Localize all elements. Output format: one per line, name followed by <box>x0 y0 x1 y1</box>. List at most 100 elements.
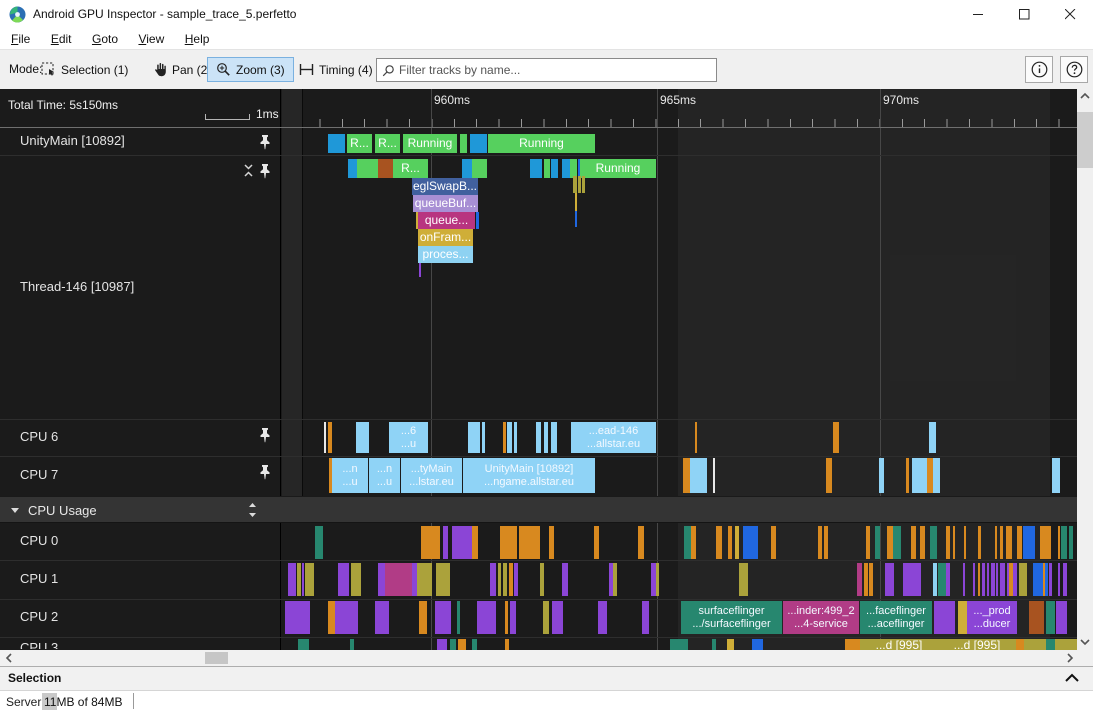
timeline-slice[interactable] <box>826 458 832 493</box>
timeline-slice[interactable] <box>378 563 385 596</box>
timeline-slice[interactable]: Running <box>580 159 656 178</box>
timeline-slice[interactable]: Running <box>488 134 595 153</box>
track-label-cpu-7[interactable]: CPU 7 <box>20 467 58 482</box>
timeline-slice[interactable] <box>684 526 691 559</box>
timeline-slice[interactable] <box>613 563 617 596</box>
timeline-slice[interactable] <box>934 601 955 634</box>
timeline-slice[interactable] <box>1045 563 1048 596</box>
timeline-slice[interactable] <box>833 422 839 453</box>
timeline-slice[interactable] <box>1056 601 1067 634</box>
timeline-slice[interactable] <box>1024 639 1046 650</box>
timeline-slice[interactable] <box>1029 601 1044 634</box>
timeline-slice[interactable] <box>903 563 921 596</box>
timeline-slice[interactable] <box>562 563 568 596</box>
timeline-slice[interactable] <box>973 563 975 596</box>
timeline-slice[interactable] <box>297 563 301 596</box>
track-canvas[interactable]: 960ms965ms970msR...R...RunningRunningR..… <box>283 89 1077 650</box>
timeline-slice[interactable] <box>514 563 518 596</box>
timeline-slice[interactable] <box>1049 563 1052 596</box>
pin-icon[interactable] <box>258 427 272 443</box>
timeline-slice[interactable] <box>328 134 345 153</box>
timeline-slice[interactable] <box>530 159 542 178</box>
timeline-slice[interactable] <box>683 458 690 493</box>
timeline-slice[interactable] <box>351 563 361 596</box>
timeline-slice[interactable] <box>356 422 369 453</box>
timeline-slice[interactable] <box>695 422 697 453</box>
timeline-slice[interactable] <box>712 639 716 650</box>
timeline-slice[interactable] <box>933 563 937 596</box>
timeline-slice[interactable] <box>288 563 296 596</box>
timeline-slice[interactable] <box>549 526 554 559</box>
track-label-unitymain-10892-[interactable]: UnityMain [10892] <box>20 133 125 148</box>
horizontal-scroll-thumb[interactable] <box>205 652 228 664</box>
timeline-slice[interactable] <box>982 563 985 596</box>
timeline-slice[interactable] <box>476 212 479 229</box>
timeline-slice[interactable] <box>885 563 894 596</box>
minimize-button[interactable] <box>955 0 1001 29</box>
selection-panel-header[interactable]: Selection <box>0 666 1093 690</box>
help-button[interactable] <box>1060 56 1088 83</box>
timeline-slice[interactable] <box>385 563 412 596</box>
timeline-slice[interactable] <box>285 601 310 634</box>
timeline-slice[interactable] <box>328 601 335 634</box>
timeline-slice[interactable] <box>544 159 550 178</box>
timeline-slice[interactable] <box>875 526 880 559</box>
timeline-slice[interactable] <box>503 563 507 596</box>
timeline-slice[interactable] <box>996 563 998 596</box>
track-label-cpu-6[interactable]: CPU 6 <box>20 429 58 444</box>
timeline-slice[interactable] <box>509 563 513 596</box>
timeline-slice[interactable] <box>457 601 460 634</box>
timeline-slice[interactable] <box>437 639 447 650</box>
info-button[interactable] <box>1025 56 1053 83</box>
timeline-slice[interactable] <box>1058 563 1060 596</box>
timeline-slice[interactable] <box>1052 458 1060 493</box>
timeline-slice[interactable] <box>946 526 950 559</box>
timeline-slice[interactable] <box>1019 563 1027 596</box>
timeline-slice[interactable] <box>552 601 563 634</box>
timeline-slice[interactable] <box>452 526 472 559</box>
timeline-slice[interactable] <box>857 563 862 596</box>
timeline-slice[interactable]: ...faceflinger...aceflinger <box>860 601 932 634</box>
timeline-slice[interactable]: eglSwapB... <box>412 178 478 195</box>
timeline-slice[interactable] <box>638 526 644 559</box>
timeline-slice[interactable] <box>514 422 517 453</box>
timeline-slice[interactable] <box>691 526 696 559</box>
timeline-slice[interactable] <box>1023 526 1035 559</box>
timing-mode-button[interactable]: Timing (4) <box>290 57 382 82</box>
pin-icon[interactable] <box>258 464 272 480</box>
timeline-slice[interactable] <box>1000 526 1003 559</box>
timeline-slice[interactable] <box>752 639 763 650</box>
timeline-slice[interactable] <box>519 526 540 559</box>
timeline-slice[interactable] <box>335 601 358 634</box>
timeline-slice[interactable] <box>656 563 659 596</box>
timeline-slice[interactable] <box>450 639 456 650</box>
timeline-slice[interactable] <box>1046 639 1055 650</box>
pin-icon[interactable] <box>258 163 272 179</box>
timeline-slice[interactable]: ...n...u <box>332 458 368 493</box>
timeline-slice[interactable] <box>1006 526 1012 559</box>
timeline-slice[interactable] <box>845 639 860 650</box>
timeline-slice[interactable] <box>964 526 966 559</box>
timeline-slice[interactable] <box>575 211 577 227</box>
timeline-slice[interactable] <box>893 526 901 559</box>
timeline-slice[interactable]: ...ead-146...allstar.eu <box>571 422 656 453</box>
pin-icon[interactable] <box>258 134 272 150</box>
timeline-slice[interactable] <box>995 526 997 559</box>
timeline-slice[interactable] <box>869 563 873 596</box>
timeline-slice[interactable] <box>1013 563 1017 596</box>
expand-panel-icon[interactable] <box>1065 673 1079 683</box>
timeline-slice[interactable] <box>958 601 967 634</box>
timeline-slice[interactable] <box>505 639 509 650</box>
timeline-slice[interactable] <box>477 601 496 634</box>
timeline-slice[interactable] <box>458 639 466 650</box>
section-collapse-icon[interactable] <box>11 508 19 513</box>
timeline-slice[interactable]: ...tyMain...lstar.eu <box>401 458 462 493</box>
track-label-cpu-3[interactable]: CPU 3 <box>20 640 58 649</box>
menu-file[interactable]: File <box>3 29 38 46</box>
timeline-slice[interactable] <box>771 526 776 559</box>
timeline-slice[interactable] <box>739 563 748 596</box>
collapse-track-icon[interactable] <box>243 163 254 178</box>
timeline-slice[interactable] <box>540 563 544 596</box>
timeline-slice[interactable] <box>573 176 577 193</box>
timeline-slice[interactable] <box>338 563 349 596</box>
